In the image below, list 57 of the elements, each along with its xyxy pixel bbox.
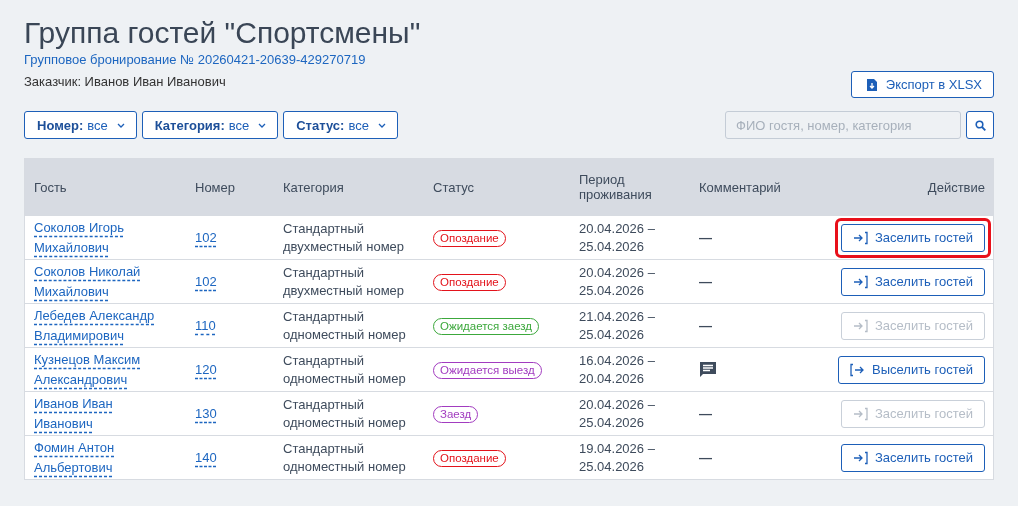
table-cell-text: 20.04.2026 – 25.04.2026: [579, 263, 656, 300]
filter-dropdown[interactable]: Номер: все: [24, 111, 137, 139]
arrow-bracket-icon: [852, 230, 868, 245]
check-in-button[interactable]: Заселить гостей: [840, 267, 985, 296]
caret-icon: [377, 122, 386, 128]
arrow-bracket-icon: [852, 274, 868, 289]
guest-link[interactable]: Соколов Николай Михайлович: [34, 261, 159, 302]
filter-dropdown[interactable]: Категория: все: [141, 111, 279, 139]
table-cell-text: 21.04.2026 – 25.04.2026: [579, 307, 656, 344]
empty-dash: —: [699, 273, 712, 289]
booking-link[interactable]: Групповое бронирование № 20260421-20639-429270719: [24, 52, 366, 68]
column-header: Действие: [927, 179, 985, 195]
table-cell-text: 20.04.2026 – 25.04.2026: [579, 395, 656, 432]
guest-link[interactable]: Кузнецов Максим Александрович: [34, 349, 159, 390]
search-field[interactable]: ФИО гостя, номер, категория: [725, 111, 961, 139]
check-in-button[interactable]: Заселить гостей: [840, 223, 985, 252]
column-header: Категория: [283, 179, 344, 195]
table-cell-text: 20.04.2026 – 25.04.2026: [579, 219, 656, 256]
empty-dash: —: [699, 449, 712, 465]
check-in-button[interactable]: Заселить гостей: [840, 443, 985, 472]
table-cell-text: Стандартный одноместный номер: [283, 439, 407, 476]
export-button[interactable]: Экспорт в XLSX: [850, 71, 994, 98]
guest-link[interactable]: Соколов Игорь Михайлович: [34, 217, 159, 258]
comment-icon: [699, 360, 717, 379]
column-header: Статус: [433, 179, 475, 195]
check-out-button[interactable]: Выселить гостей: [838, 355, 985, 384]
arrow-bracket-icon: [850, 362, 865, 377]
table-cell-text: Стандартный двухместный номер: [283, 219, 406, 256]
column-header: Гость: [34, 179, 67, 195]
empty-dash: —: [699, 405, 712, 421]
filter-dropdown[interactable]: Статус: все: [283, 111, 398, 139]
customer-text: Заказчик: Иванов Иван Иванович: [24, 74, 227, 90]
empty-dash: —: [699, 317, 712, 333]
room-link[interactable]: 102: [195, 273, 217, 289]
file-download-icon: [865, 77, 878, 92]
room-link[interactable]: 102: [195, 229, 217, 245]
page-title: Группа гостей "Спортсмены": [24, 15, 421, 51]
guest-link[interactable]: Фомин Антон Альбертович: [34, 437, 159, 478]
room-link[interactable]: 120: [195, 361, 217, 377]
caret-icon: [258, 122, 267, 128]
room-link[interactable]: 140: [195, 449, 217, 465]
table-cell-text: 19.04.2026 – 25.04.2026: [579, 439, 656, 476]
arrow-bracket-icon: [852, 406, 868, 421]
arrow-bracket-icon: [852, 450, 868, 465]
column-header: Номер: [195, 179, 235, 195]
table-cell-text: Стандартный двухместный номер: [283, 263, 406, 300]
caret-icon: [116, 122, 125, 128]
search-icon: [974, 119, 986, 131]
column-header: Комментарий: [699, 179, 781, 195]
table-cell-text: Стандартный одноместный номер: [283, 351, 407, 388]
table-cell-text: Стандартный одноместный номер: [283, 307, 407, 344]
search-button[interactable]: [966, 111, 994, 139]
column-header: Период проживания: [579, 172, 653, 202]
arrow-bracket-icon: [852, 318, 868, 333]
table-cell-text: 16.04.2026 – 20.04.2026: [579, 351, 656, 388]
table-cell-text: Стандартный одноместный номер: [283, 395, 407, 432]
empty-dash: —: [699, 229, 712, 245]
